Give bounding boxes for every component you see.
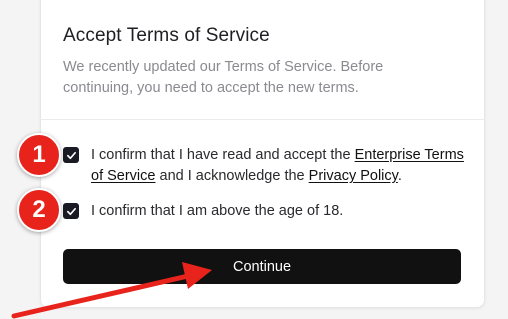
screen: Accept Terms of Service We recently upda… (0, 0, 508, 319)
annotation-arrow-icon (11, 262, 212, 319)
